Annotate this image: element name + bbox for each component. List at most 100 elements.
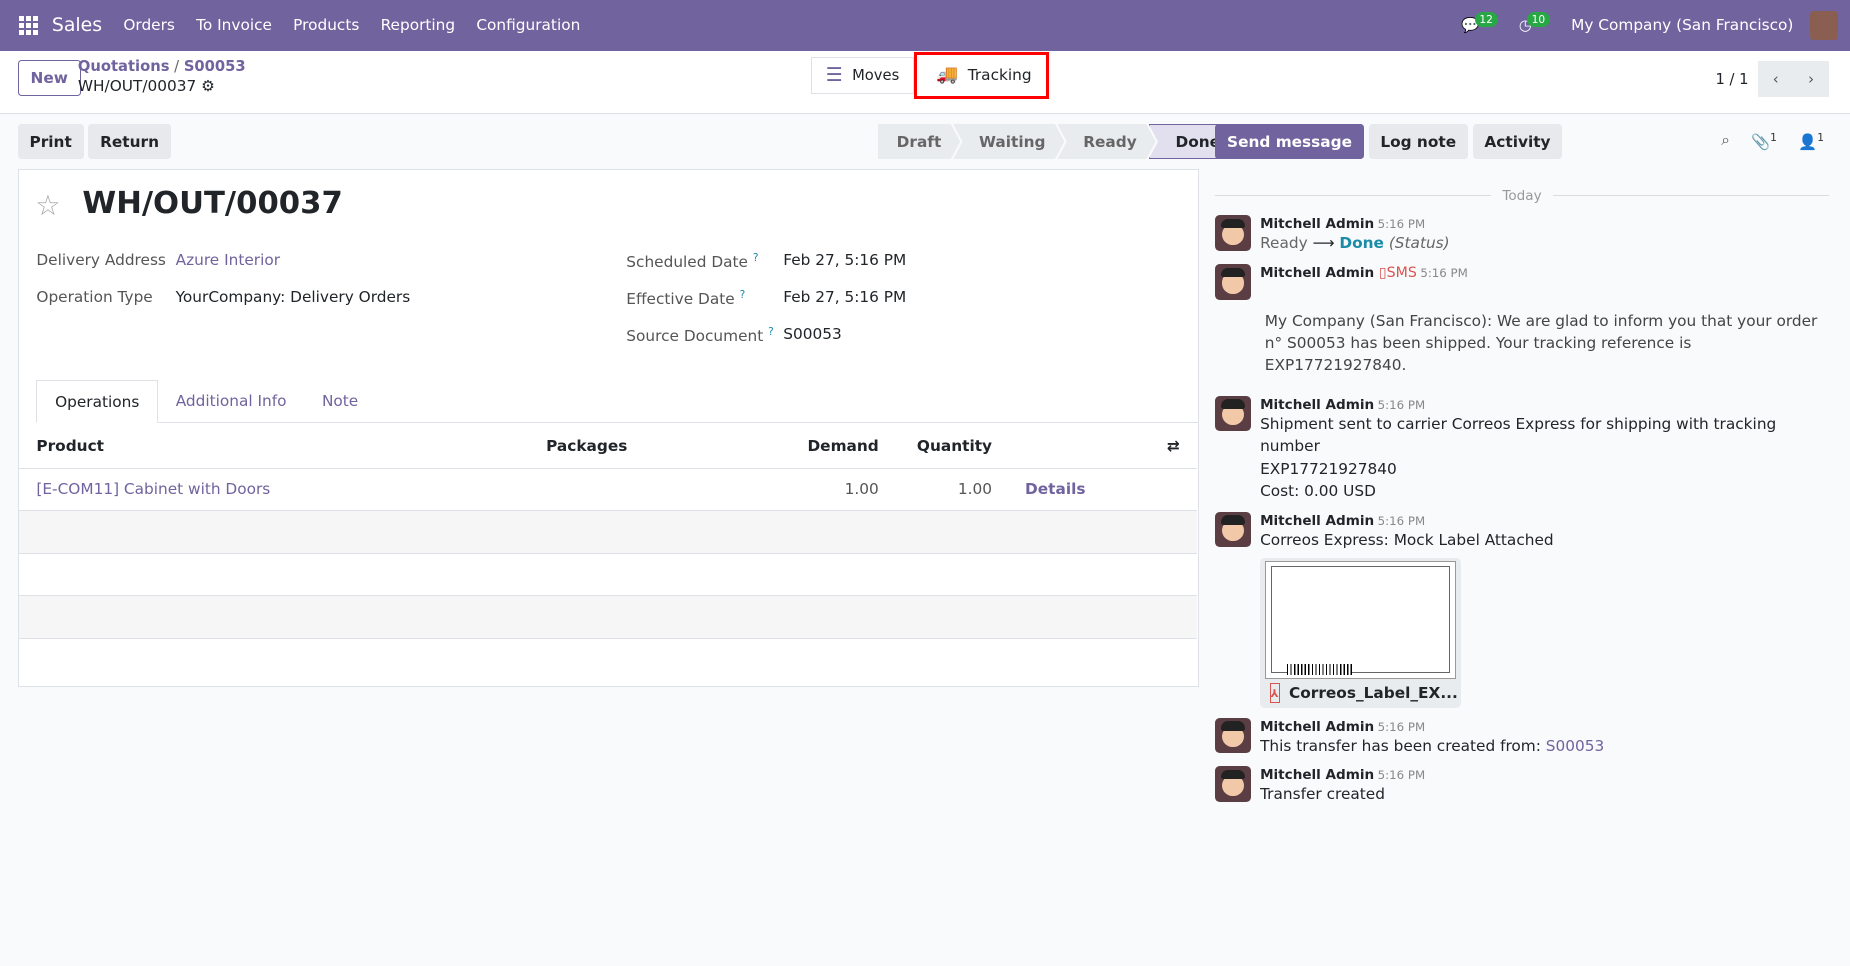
control-panel: New Quotations / S00053 WH/OUT/00037 ⚙ ☰… (0, 50, 1850, 115)
attachment-card[interactable]: ⅄ Correos_Label_EX... (1260, 558, 1461, 709)
message-author[interactable]: Mitchell Admin (1260, 513, 1374, 529)
message-author[interactable]: Mitchell Admin (1260, 397, 1374, 413)
top-navbar: Sales Orders To Invoice Products Reporti… (0, 0, 1850, 51)
chatter: Send message Log note Activity ⌕ 📎1 👤1 T… (1215, 123, 1829, 815)
table-row[interactable]: [E-COM11] Cabinet with Doors 1.00 1.00 D… (18, 468, 1198, 512)
source-document-field[interactable]: S00053 (783, 325, 842, 343)
avatar[interactable] (1215, 511, 1251, 548)
message-body: Shipment sent to carrier Correos Express… (1260, 414, 1777, 456)
menu-reporting[interactable]: Reporting (381, 16, 456, 34)
message-body: Correos Express: Mock Label Attached (1260, 530, 1554, 549)
new-button[interactable]: New (17, 60, 81, 96)
gear-icon[interactable]: ⚙ (201, 77, 215, 95)
messages-button[interactable]: 💬12 (1461, 12, 1502, 34)
menu-products[interactable]: Products (293, 16, 359, 34)
menu-to-invoice[interactable]: To Invoice (196, 16, 272, 34)
product-cell[interactable]: [E-COM11] Cabinet with Doors (18, 468, 529, 512)
tracking-label: Tracking (967, 66, 1032, 85)
delivery-address-field[interactable]: Azure Interior (176, 251, 280, 269)
message-time: 5:16 PM (1377, 513, 1426, 528)
operation-type-field[interactable]: YourCompany: Delivery Orders (176, 288, 411, 306)
effective-date-label: Effective Date (626, 289, 735, 308)
mobile-icon: ▯ (1378, 265, 1387, 282)
return-button[interactable]: Return (88, 123, 171, 160)
tracked-field: (Status) (1388, 234, 1450, 253)
status-waiting[interactable]: Waiting (953, 124, 1064, 159)
message-body: My Company (San Francisco): We are glad … (1264, 311, 1818, 375)
app-name[interactable]: Sales (52, 14, 102, 36)
arrow-right-icon: ⟶ (1312, 234, 1335, 253)
menu-configuration[interactable]: Configuration (476, 16, 580, 34)
source-order-link[interactable]: S00053 (1546, 737, 1605, 755)
company-switcher[interactable]: My Company (San Francisco) (1571, 16, 1793, 34)
column-quantity[interactable]: Quantity (896, 424, 1010, 469)
column-packages[interactable]: Packages (528, 424, 706, 469)
message-time: 5:16 PM (1377, 397, 1426, 412)
paperclip-icon: 📎 (1751, 133, 1771, 152)
activity-button[interactable]: Activity (1472, 123, 1563, 160)
quantity-cell[interactable]: 1.00 (896, 468, 1010, 512)
help-icon[interactable]: ? (753, 251, 759, 264)
print-button[interactable]: Print (17, 123, 84, 160)
previous-record-button[interactable]: ‹ (1757, 61, 1794, 97)
attachments-count: 1 (1770, 130, 1777, 144)
truck-icon: 🚚 (936, 65, 959, 86)
current-record: WH/OUT/00037 (77, 77, 197, 96)
status-ready[interactable]: Ready (1057, 124, 1155, 159)
details-button[interactable]: Details (1009, 468, 1198, 512)
sms-indicator[interactable]: ▯SMS (1379, 265, 1417, 281)
message-author[interactable]: Mitchell Admin (1260, 767, 1374, 783)
send-message-button[interactable]: Send message (1215, 123, 1364, 160)
optional-columns-icon[interactable]: ⇄ (1167, 437, 1180, 455)
help-icon[interactable]: ? (768, 325, 774, 338)
user-avatar[interactable] (1809, 11, 1839, 40)
column-demand[interactable]: Demand (705, 424, 897, 469)
breadcrumb: Quotations / S00053 WH/OUT/00037 ⚙ (77, 57, 246, 96)
messages-badge: 12 (1474, 12, 1498, 28)
message-author[interactable]: Mitchell Admin (1260, 719, 1374, 735)
followers-button[interactable]: 👤1 (1798, 131, 1824, 151)
message-time: 5:16 PM (1377, 217, 1426, 232)
followers-count: 1 (1817, 130, 1825, 144)
search-icon[interactable]: ⌕ (1721, 131, 1730, 151)
message: Mitchell Admin 5:16 PM Shipment sent to c… (1215, 395, 1829, 503)
apps-menu-icon[interactable] (18, 15, 38, 35)
avatar[interactable] (1215, 766, 1251, 802)
old-value: Ready (1260, 234, 1308, 253)
moves-button[interactable]: ☰ Moves (810, 56, 915, 95)
avatar[interactable] (1215, 264, 1251, 300)
next-record-button[interactable]: › (1793, 61, 1829, 97)
tab-additional-info[interactable]: Additional Info (158, 380, 304, 423)
message-author[interactable]: Mitchell Admin (1260, 265, 1374, 281)
pdf-icon: ⅄ (1269, 683, 1280, 704)
attachments-button[interactable]: 📎1 (1751, 131, 1777, 151)
attachment-name: Correos_Label_EX... (1289, 684, 1458, 703)
breadcrumb-quotations[interactable]: Quotations (78, 58, 170, 75)
message: Mitchell Admin 5:16 PM Ready ⟶ Done (Stat… (1215, 215, 1829, 254)
demand-cell: 1.00 (705, 468, 897, 512)
scheduled-date-label: Scheduled Date (626, 253, 748, 272)
tracking-button[interactable]: 🚚 Tracking (914, 51, 1049, 100)
tab-note[interactable]: Note (304, 380, 376, 423)
log-note-button[interactable]: Log note (1368, 123, 1468, 160)
operations-table: Product Packages Demand Quantity ⇄ [E-CO… (18, 424, 1198, 639)
avatar[interactable] (1215, 717, 1251, 753)
status-draft[interactable]: Draft (878, 124, 960, 159)
activities-button[interactable]: ◷10 (1519, 11, 1555, 34)
pager-value[interactable]: 1 / 1 (1715, 71, 1748, 88)
tab-operations[interactable]: Operations (36, 379, 159, 424)
star-icon[interactable]: ☆ (35, 189, 60, 222)
user-icon: 👤 (1798, 133, 1818, 152)
column-product[interactable]: Product (18, 424, 529, 469)
message-author[interactable]: Mitchell Admin (1260, 216, 1374, 232)
avatar[interactable] (1215, 395, 1251, 432)
menu-orders[interactable]: Orders (123, 16, 175, 34)
scheduled-date-field[interactable]: Feb 27, 5:16 PM (783, 251, 906, 269)
help-icon[interactable]: ? (740, 288, 746, 301)
record-title: WH/OUT/00037 (82, 186, 343, 222)
avatar[interactable] (1215, 215, 1251, 251)
message-time: 5:16 PM (1377, 719, 1426, 734)
message: Mitchell Admin 5:16 PM This transfer has … (1215, 717, 1829, 757)
breadcrumb-s00053[interactable]: S00053 (184, 58, 246, 75)
packages-cell[interactable] (528, 468, 706, 512)
